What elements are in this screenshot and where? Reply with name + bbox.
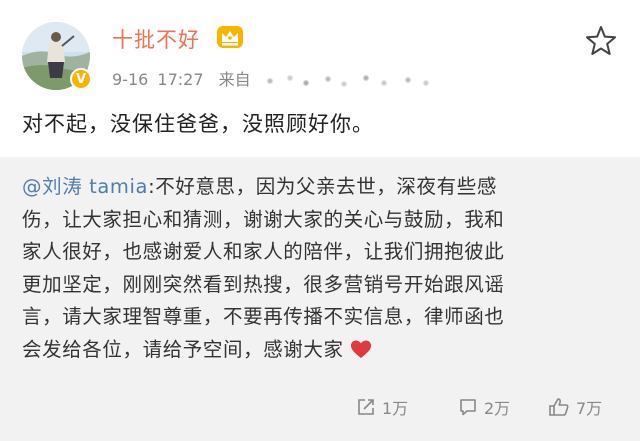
post-text: 对不起，没保住爸爸，没照顾好你。	[22, 112, 374, 136]
repost-line-text: :不好意思，因为父亲去世，深夜有些感	[148, 175, 497, 198]
repost-line: 家人很好，也感谢爱人和家人的陪伴，让我们拥抱彼此	[22, 240, 505, 264]
repost-text: @刘涛 tamia:不好意思，因为父亲去世，深夜有些感 伤，让大家担心和猜测，谢…	[22, 171, 622, 367]
repost-line: @刘涛 tamia:不好意思，因为父亲去世，深夜有些感	[22, 171, 622, 204]
star-icon[interactable]	[584, 24, 618, 58]
comment-icon	[460, 399, 476, 416]
like-count: 7万	[576, 399, 603, 418]
comment-count: 2万	[484, 399, 511, 418]
like-button[interactable]: 7万	[548, 395, 602, 419]
repost-line: 伤，让大家担心和猜测，谢谢大家的关心与鼓励，我和	[22, 207, 505, 231]
comment-button[interactable]: 2万	[458, 395, 510, 419]
repost-line-text: 会发给各位，请给予空间，感谢大家	[22, 337, 344, 361]
reposted-content[interactable]: @刘涛 tamia:不好意思，因为父亲去世，深夜有些感 伤，让大家担心和猜测，谢…	[0, 157, 640, 441]
post-time: 17:27	[157, 70, 204, 89]
repost-line: 言，请大家理智尊重，不要再传播不实信息，律师函也	[22, 305, 505, 329]
crown-icon	[217, 26, 243, 48]
repost-button[interactable]: 1万	[356, 395, 408, 419]
username[interactable]: 十批不好	[112, 24, 200, 54]
avatar-container[interactable]: V	[22, 22, 92, 90]
repost-line: 更加坚定，刚刚突然看到热搜，很多营销号开始跟风谣	[22, 272, 505, 296]
repost-icon	[358, 399, 374, 415]
repost-line: 会发给各位，请给予空间，感谢大家	[22, 334, 622, 367]
weibo-post-card: V 十批不好 9-16 17:27 来自 对不起，没保住爸爸，没照顾好你。 @刘…	[0, 0, 640, 441]
source-prefix: 来自	[218, 70, 251, 89]
heart-icon	[350, 340, 371, 358]
verified-badge-icon: V	[70, 68, 92, 90]
post-date: 9-16	[112, 70, 149, 89]
post-meta: 9-16 17:27 来自	[112, 66, 434, 90]
blurred-source-device	[261, 73, 434, 88]
thumb-up-icon	[549, 398, 569, 416]
repost-count: 1万	[382, 399, 409, 418]
mention-link[interactable]: @刘涛 tamia	[22, 175, 148, 198]
